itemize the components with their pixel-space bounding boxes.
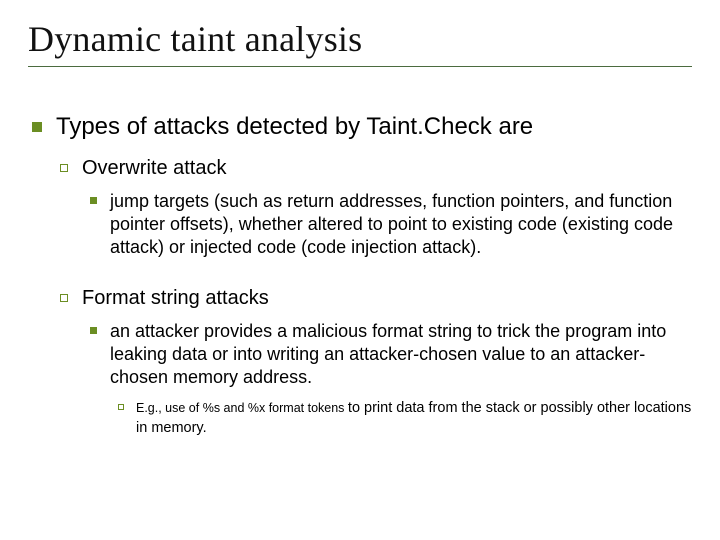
slide: Dynamic taint analysis Types of attacks … <box>0 0 720 540</box>
title-divider <box>28 66 692 67</box>
list-item: Format string attacks an attacker provid… <box>56 287 692 438</box>
list-item: E.g., use of %s and %x format tokens to … <box>110 399 692 438</box>
list-item-prefix: E.g., use of %s and %x format tokens <box>136 401 348 415</box>
list-item-text: jump targets (such as return addresses, … <box>110 191 673 257</box>
list-item-text: Overwrite attack <box>82 157 226 179</box>
bullet-list-level3: jump targets (such as return addresses, … <box>82 190 692 259</box>
bullet-list-level1: Types of attacks detected by Taint.Check… <box>28 113 692 438</box>
list-item-text: Format string attacks <box>82 287 269 309</box>
bullet-list-level4: E.g., use of %s and %x format tokens to … <box>110 399 692 438</box>
bullet-list-level3: an attacker provides a malicious format … <box>82 320 692 438</box>
bullet-list-level2: Overwrite attack jump targets (such as r… <box>56 157 692 438</box>
list-item: an attacker provides a malicious format … <box>82 320 692 438</box>
list-item-text: an attacker provides a malicious format … <box>110 321 666 387</box>
list-item-text: Types of attacks detected by Taint.Check… <box>56 113 533 140</box>
list-item: Types of attacks detected by Taint.Check… <box>28 113 692 438</box>
slide-title: Dynamic taint analysis <box>28 18 692 60</box>
list-item: Overwrite attack jump targets (such as r… <box>56 157 692 259</box>
list-item: jump targets (such as return addresses, … <box>82 190 692 259</box>
